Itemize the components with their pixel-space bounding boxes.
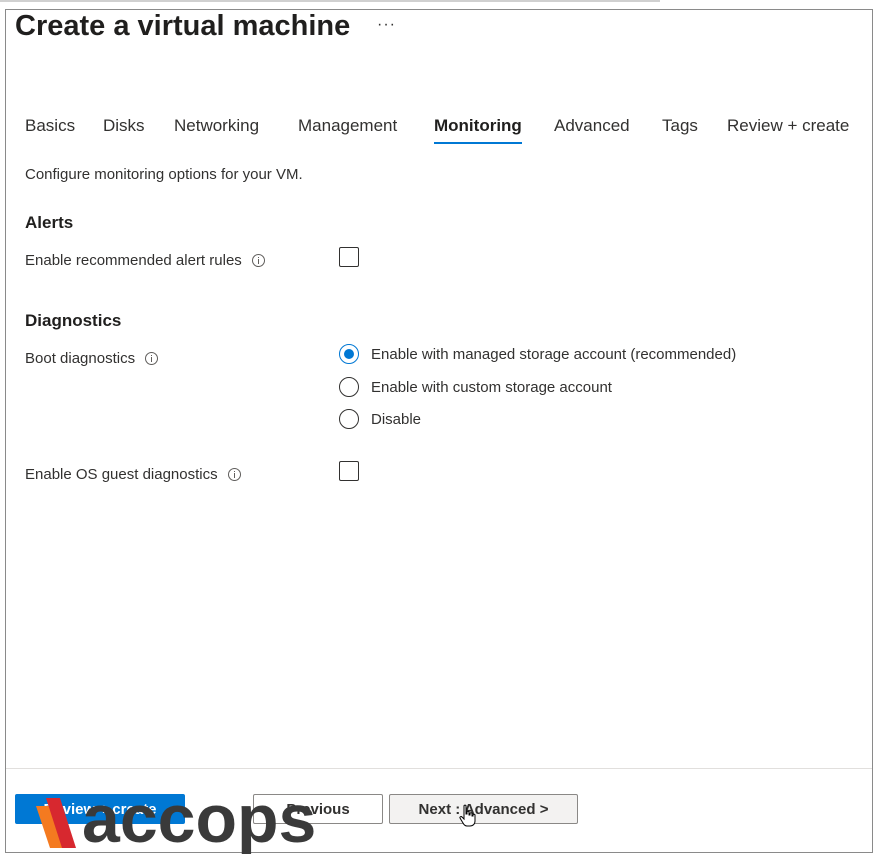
guest-diagnostics-label: Enable OS guest diagnostics [25, 466, 241, 483]
tab-networking[interactable]: Networking [174, 116, 259, 144]
tab-monitoring[interactable]: Monitoring [434, 116, 522, 144]
page-description: Configure monitoring options for your VM… [25, 166, 303, 183]
boot-option-custom[interactable]: Enable with custom storage account [339, 377, 612, 397]
tab-tags[interactable]: Tags [662, 116, 698, 144]
tab-disks[interactable]: Disks [103, 116, 145, 144]
tab-review-create[interactable]: Review + create [727, 116, 849, 144]
boot-option-custom-label: Enable with custom storage account [371, 378, 612, 396]
review-create-button[interactable]: Review + create [15, 794, 185, 824]
guest-diagnostics-checkbox[interactable] [339, 461, 359, 481]
boot-option-managed-label: Enable with managed storage account (rec… [371, 345, 737, 363]
guest-diagnostics-text: Enable OS guest diagnostics [25, 466, 218, 483]
tab-basics[interactable]: Basics [25, 116, 75, 144]
footer-divider [6, 768, 872, 769]
radio-button[interactable] [339, 409, 359, 429]
alerts-heading: Alerts [25, 213, 74, 232]
diagnostics-heading: Diagnostics [25, 311, 122, 330]
tab-management[interactable]: Management [298, 116, 397, 144]
info-circle-icon[interactable] [145, 352, 159, 365]
info-circle-icon[interactable] [251, 254, 265, 267]
recommended-alerts-checkbox[interactable] [339, 247, 359, 267]
boot-diagnostics-label: Boot diagnostics [25, 350, 159, 367]
radio-button-selected[interactable] [339, 344, 359, 364]
previous-button[interactable]: Previous [253, 794, 383, 824]
boot-option-disable-label: Disable [371, 410, 422, 428]
info-circle-icon[interactable] [227, 468, 241, 481]
next-advanced-button[interactable]: Next : Advanced > [389, 794, 578, 824]
tab-advanced[interactable]: Advanced [554, 116, 630, 144]
ellipsis-icon[interactable]: ··· [377, 16, 396, 34]
recommended-alerts-text: Enable recommended alert rules [25, 252, 242, 269]
recommended-alerts-label: Enable recommended alert rules [25, 252, 265, 269]
boot-diagnostics-text: Boot diagnostics [25, 350, 136, 367]
top-edge-strip [0, 0, 660, 2]
boot-option-disable[interactable]: Disable [339, 409, 421, 429]
radio-button[interactable] [339, 377, 359, 397]
page-title: Create a virtual machine [15, 10, 351, 42]
boot-option-managed[interactable]: Enable with managed storage account (rec… [339, 344, 736, 364]
